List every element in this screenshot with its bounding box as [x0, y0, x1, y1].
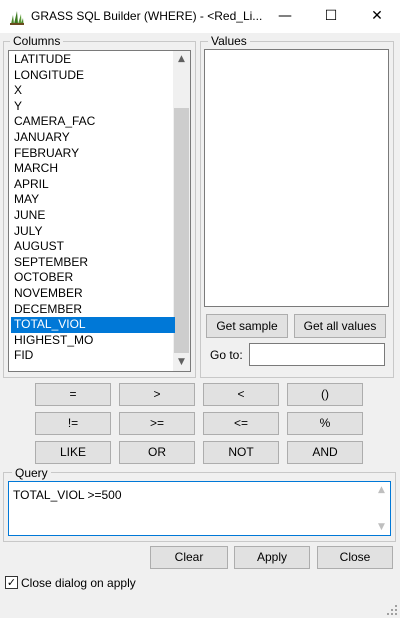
- close-on-apply-label[interactable]: Close dialog on apply: [21, 576, 136, 590]
- minimize-button[interactable]: —: [262, 0, 308, 33]
- title-bar[interactable]: GRASS SQL Builder (WHERE) - <Red_Li... —…: [0, 0, 400, 33]
- operator-button[interactable]: !=: [35, 412, 111, 435]
- operator-button[interactable]: >: [119, 383, 195, 406]
- columns-group-label: Columns: [10, 34, 64, 48]
- column-item[interactable]: LONGITUDE: [11, 68, 175, 84]
- close-window-button[interactable]: ✕: [354, 0, 400, 33]
- operator-button[interactable]: AND: [287, 441, 363, 464]
- column-item[interactable]: JANUARY: [11, 130, 175, 146]
- scroll-thumb[interactable]: [174, 108, 189, 353]
- grass-app-icon: [10, 11, 24, 25]
- operator-button[interactable]: %: [287, 412, 363, 435]
- column-item[interactable]: JULY: [11, 224, 175, 240]
- values-group-label: Values: [208, 34, 250, 48]
- scroll-down-arrow-icon[interactable]: ▼: [173, 354, 190, 371]
- operator-button[interactable]: OR: [119, 441, 195, 464]
- columns-listbox[interactable]: ▲ ▼ LATITUDE LONGITUDE X Y CAMERA_FAC JANUARY…: [8, 50, 191, 372]
- columns-scrollbar[interactable]: ▲ ▼: [173, 51, 190, 371]
- column-item[interactable]: OCTOBER: [11, 270, 175, 286]
- column-item[interactable]: Y: [11, 99, 175, 115]
- clear-button[interactable]: Clear: [150, 546, 228, 569]
- query-scroll-down-icon[interactable]: ▼: [373, 519, 390, 535]
- column-item[interactable]: HIGHEST_MO: [11, 333, 175, 349]
- maximize-button[interactable]: ☐: [308, 0, 354, 33]
- column-item[interactable]: NOVEMBER: [11, 286, 175, 302]
- status-bar: [0, 598, 400, 618]
- query-scroll-up-icon[interactable]: ▲: [373, 482, 390, 498]
- get-all-values-button[interactable]: Get all values: [294, 314, 386, 338]
- query-group-label: Query: [12, 466, 51, 480]
- goto-input[interactable]: [249, 343, 385, 366]
- operator-button[interactable]: <=: [203, 412, 279, 435]
- operator-button[interactable]: =: [35, 383, 111, 406]
- column-item[interactable]: MAY: [11, 192, 175, 208]
- column-item[interactable]: X: [11, 83, 175, 99]
- close-button[interactable]: Close: [317, 546, 393, 569]
- column-item[interactable]: LATITUDE: [11, 52, 175, 68]
- query-text: TOTAL_VIOL >=500: [13, 488, 122, 502]
- column-item[interactable]: DECEMBER: [11, 302, 175, 318]
- values-listbox[interactable]: [204, 49, 389, 307]
- operator-button[interactable]: LIKE: [35, 441, 111, 464]
- query-scrollbar[interactable]: ▲ ▼: [373, 482, 390, 535]
- goto-label: Go to:: [210, 348, 243, 362]
- operator-button[interactable]: (): [287, 383, 363, 406]
- column-item[interactable]: CAMERA_FAC: [11, 114, 175, 130]
- column-item[interactable]: SEPTEMBER: [11, 255, 175, 271]
- operator-button[interactable]: >=: [119, 412, 195, 435]
- query-textarea[interactable]: TOTAL_VIOL >=500 ▲ ▼: [8, 481, 391, 536]
- scroll-up-arrow-icon[interactable]: ▲: [173, 51, 190, 68]
- operator-button[interactable]: <: [203, 383, 279, 406]
- column-item[interactable]: TOTAL_VIOL: [11, 317, 175, 333]
- apply-button[interactable]: Apply: [234, 546, 310, 569]
- column-item[interactable]: JUNE: [11, 208, 175, 224]
- close-on-apply-checkbox[interactable]: ✓: [5, 576, 18, 589]
- column-item[interactable]: FEBRUARY: [11, 146, 175, 162]
- column-item[interactable]: FID: [11, 348, 175, 364]
- column-item[interactable]: MARCH: [11, 161, 175, 177]
- resize-grip-icon[interactable]: [386, 604, 398, 616]
- operator-button[interactable]: NOT: [203, 441, 279, 464]
- column-item[interactable]: AUGUST: [11, 239, 175, 255]
- window-title: GRASS SQL Builder (WHERE) - <Red_Li...: [31, 9, 263, 23]
- column-item[interactable]: APRIL: [11, 177, 175, 193]
- get-sample-button[interactable]: Get sample: [206, 314, 288, 338]
